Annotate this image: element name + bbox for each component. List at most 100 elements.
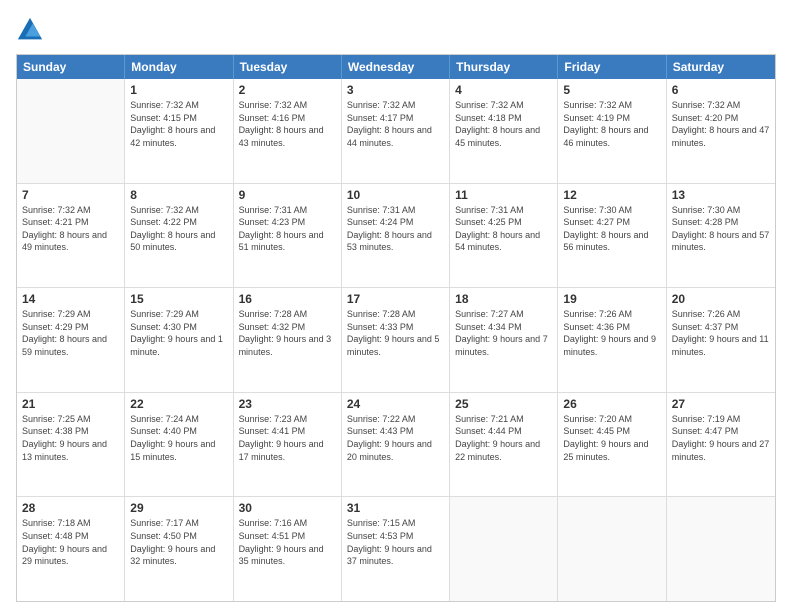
day-info: Sunrise: 7:18 AMSunset: 4:48 PMDaylight:… bbox=[22, 517, 119, 567]
day-number: 22 bbox=[130, 397, 227, 411]
calendar-cell-3-6: 19 Sunrise: 7:26 AMSunset: 4:36 PMDayligh… bbox=[558, 288, 666, 392]
day-info: Sunrise: 7:28 AMSunset: 4:32 PMDaylight:… bbox=[239, 308, 336, 358]
day-info: Sunrise: 7:31 AMSunset: 4:23 PMDaylight:… bbox=[239, 204, 336, 254]
header-day-sunday: Sunday bbox=[17, 55, 125, 79]
day-info: Sunrise: 7:31 AMSunset: 4:24 PMDaylight:… bbox=[347, 204, 444, 254]
calendar-cell-3-2: 15 Sunrise: 7:29 AMSunset: 4:30 PMDayligh… bbox=[125, 288, 233, 392]
day-number: 25 bbox=[455, 397, 552, 411]
day-number: 30 bbox=[239, 501, 336, 515]
day-info: Sunrise: 7:26 AMSunset: 4:37 PMDaylight:… bbox=[672, 308, 770, 358]
calendar-cell-3-4: 17 Sunrise: 7:28 AMSunset: 4:33 PMDayligh… bbox=[342, 288, 450, 392]
day-info: Sunrise: 7:32 AMSunset: 4:20 PMDaylight:… bbox=[672, 99, 770, 149]
day-info: Sunrise: 7:23 AMSunset: 4:41 PMDaylight:… bbox=[239, 413, 336, 463]
calendar-row-4: 21 Sunrise: 7:25 AMSunset: 4:38 PMDayligh… bbox=[17, 393, 775, 498]
calendar-cell-5-7 bbox=[667, 497, 775, 601]
day-info: Sunrise: 7:32 AMSunset: 4:21 PMDaylight:… bbox=[22, 204, 119, 254]
day-info: Sunrise: 7:32 AMSunset: 4:17 PMDaylight:… bbox=[347, 99, 444, 149]
calendar-cell-1-2: 1Sunrise: 7:32 AMSunset: 4:15 PMDaylight… bbox=[125, 79, 233, 183]
day-info: Sunrise: 7:29 AMSunset: 4:30 PMDaylight:… bbox=[130, 308, 227, 358]
calendar-cell-3-5: 18 Sunrise: 7:27 AMSunset: 4:34 PMDayligh… bbox=[450, 288, 558, 392]
day-number: 2 bbox=[239, 83, 336, 97]
calendar-cell-3-3: 16 Sunrise: 7:28 AMSunset: 4:32 PMDayligh… bbox=[234, 288, 342, 392]
day-number: 12 bbox=[563, 188, 660, 202]
day-number: 23 bbox=[239, 397, 336, 411]
day-info: Sunrise: 7:15 AMSunset: 4:53 PMDaylight:… bbox=[347, 517, 444, 567]
day-number: 8 bbox=[130, 188, 227, 202]
day-number: 16 bbox=[239, 292, 336, 306]
day-number: 13 bbox=[672, 188, 770, 202]
calendar-cell-2-7: 13 Sunrise: 7:30 AMSunset: 4:28 PMDayligh… bbox=[667, 184, 775, 288]
day-info: Sunrise: 7:32 AMSunset: 4:15 PMDaylight:… bbox=[130, 99, 227, 149]
calendar-cell-2-4: 10 Sunrise: 7:31 AMSunset: 4:24 PMDayligh… bbox=[342, 184, 450, 288]
calendar-cell-5-2: 29Sunrise: 7:17 AMSunset: 4:50 PMDayligh… bbox=[125, 497, 233, 601]
day-info: Sunrise: 7:21 AMSunset: 4:44 PMDaylight:… bbox=[455, 413, 552, 463]
calendar-cell-2-1: 7 Sunrise: 7:32 AMSunset: 4:21 PMDaylight… bbox=[17, 184, 125, 288]
day-info: Sunrise: 7:20 AMSunset: 4:45 PMDaylight:… bbox=[563, 413, 660, 463]
calendar-body: 1Sunrise: 7:32 AMSunset: 4:15 PMDaylight… bbox=[17, 79, 775, 601]
day-number: 3 bbox=[347, 83, 444, 97]
header-day-tuesday: Tuesday bbox=[234, 55, 342, 79]
day-info: Sunrise: 7:32 AMSunset: 4:19 PMDaylight:… bbox=[563, 99, 660, 149]
day-number: 19 bbox=[563, 292, 660, 306]
day-info: Sunrise: 7:32 AMSunset: 4:22 PMDaylight:… bbox=[130, 204, 227, 254]
calendar-cell-1-1 bbox=[17, 79, 125, 183]
day-info: Sunrise: 7:16 AMSunset: 4:51 PMDaylight:… bbox=[239, 517, 336, 567]
calendar-cell-4-5: 25 Sunrise: 7:21 AMSunset: 4:44 PMDayligh… bbox=[450, 393, 558, 497]
calendar-cell-3-1: 14 Sunrise: 7:29 AMSunset: 4:29 PMDayligh… bbox=[17, 288, 125, 392]
calendar: SundayMondayTuesdayWednesdayThursdayFrid… bbox=[16, 54, 776, 602]
day-number: 28 bbox=[22, 501, 119, 515]
day-number: 14 bbox=[22, 292, 119, 306]
calendar-cell-4-3: 23 Sunrise: 7:23 AMSunset: 4:41 PMDayligh… bbox=[234, 393, 342, 497]
calendar-cell-1-3: 2Sunrise: 7:32 AMSunset: 4:16 PMDaylight… bbox=[234, 79, 342, 183]
calendar-cell-2-2: 8 Sunrise: 7:32 AMSunset: 4:22 PMDaylight… bbox=[125, 184, 233, 288]
calendar-cell-5-6 bbox=[558, 497, 666, 601]
day-number: 18 bbox=[455, 292, 552, 306]
day-number: 15 bbox=[130, 292, 227, 306]
calendar-cell-2-3: 9Sunrise: 7:31 AMSunset: 4:23 PMDaylight… bbox=[234, 184, 342, 288]
calendar-row-5: 28 Sunrise: 7:18 AMSunset: 4:48 PMDayligh… bbox=[17, 497, 775, 601]
day-info: Sunrise: 7:30 AMSunset: 4:27 PMDaylight:… bbox=[563, 204, 660, 254]
calendar-header: SundayMondayTuesdayWednesdayThursdayFrid… bbox=[17, 55, 775, 79]
calendar-row-3: 14 Sunrise: 7:29 AMSunset: 4:29 PMDayligh… bbox=[17, 288, 775, 393]
day-number: 31 bbox=[347, 501, 444, 515]
day-info: Sunrise: 7:27 AMSunset: 4:34 PMDaylight:… bbox=[455, 308, 552, 358]
header-day-monday: Monday bbox=[125, 55, 233, 79]
day-number: 27 bbox=[672, 397, 770, 411]
day-number: 20 bbox=[672, 292, 770, 306]
day-info: Sunrise: 7:19 AMSunset: 4:47 PMDaylight:… bbox=[672, 413, 770, 463]
day-info: Sunrise: 7:30 AMSunset: 4:28 PMDaylight:… bbox=[672, 204, 770, 254]
calendar-cell-4-6: 26 Sunrise: 7:20 AMSunset: 4:45 PMDayligh… bbox=[558, 393, 666, 497]
calendar-row-2: 7 Sunrise: 7:32 AMSunset: 4:21 PMDaylight… bbox=[17, 184, 775, 289]
day-info: Sunrise: 7:17 AMSunset: 4:50 PMDaylight:… bbox=[130, 517, 227, 567]
calendar-cell-1-5: 4 Sunrise: 7:32 AMSunset: 4:18 PMDaylight… bbox=[450, 79, 558, 183]
calendar-cell-2-5: 11Sunrise: 7:31 AMSunset: 4:25 PMDayligh… bbox=[450, 184, 558, 288]
header-day-thursday: Thursday bbox=[450, 55, 558, 79]
calendar-cell-1-6: 5 Sunrise: 7:32 AMSunset: 4:19 PMDaylight… bbox=[558, 79, 666, 183]
day-number: 11 bbox=[455, 188, 552, 202]
day-number: 7 bbox=[22, 188, 119, 202]
header bbox=[16, 16, 776, 44]
calendar-cell-2-6: 12 Sunrise: 7:30 AMSunset: 4:27 PMDayligh… bbox=[558, 184, 666, 288]
header-day-wednesday: Wednesday bbox=[342, 55, 450, 79]
day-number: 17 bbox=[347, 292, 444, 306]
calendar-cell-4-2: 22 Sunrise: 7:24 AMSunset: 4:40 PMDayligh… bbox=[125, 393, 233, 497]
page: SundayMondayTuesdayWednesdayThursdayFrid… bbox=[0, 0, 792, 612]
day-info: Sunrise: 7:32 AMSunset: 4:18 PMDaylight:… bbox=[455, 99, 552, 149]
calendar-cell-3-7: 20 Sunrise: 7:26 AMSunset: 4:37 PMDayligh… bbox=[667, 288, 775, 392]
day-info: Sunrise: 7:26 AMSunset: 4:36 PMDaylight:… bbox=[563, 308, 660, 358]
day-number: 26 bbox=[563, 397, 660, 411]
day-number: 5 bbox=[563, 83, 660, 97]
day-number: 4 bbox=[455, 83, 552, 97]
day-number: 21 bbox=[22, 397, 119, 411]
day-info: Sunrise: 7:29 AMSunset: 4:29 PMDaylight:… bbox=[22, 308, 119, 358]
header-day-saturday: Saturday bbox=[667, 55, 775, 79]
day-info: Sunrise: 7:24 AMSunset: 4:40 PMDaylight:… bbox=[130, 413, 227, 463]
calendar-cell-5-4: 31 Sunrise: 7:15 AMSunset: 4:53 PMDayligh… bbox=[342, 497, 450, 601]
header-day-friday: Friday bbox=[558, 55, 666, 79]
day-info: Sunrise: 7:25 AMSunset: 4:38 PMDaylight:… bbox=[22, 413, 119, 463]
day-number: 10 bbox=[347, 188, 444, 202]
day-info: Sunrise: 7:22 AMSunset: 4:43 PMDaylight:… bbox=[347, 413, 444, 463]
calendar-cell-5-1: 28 Sunrise: 7:18 AMSunset: 4:48 PMDayligh… bbox=[17, 497, 125, 601]
calendar-cell-5-3: 30 Sunrise: 7:16 AMSunset: 4:51 PMDayligh… bbox=[234, 497, 342, 601]
day-info: Sunrise: 7:28 AMSunset: 4:33 PMDaylight:… bbox=[347, 308, 444, 358]
